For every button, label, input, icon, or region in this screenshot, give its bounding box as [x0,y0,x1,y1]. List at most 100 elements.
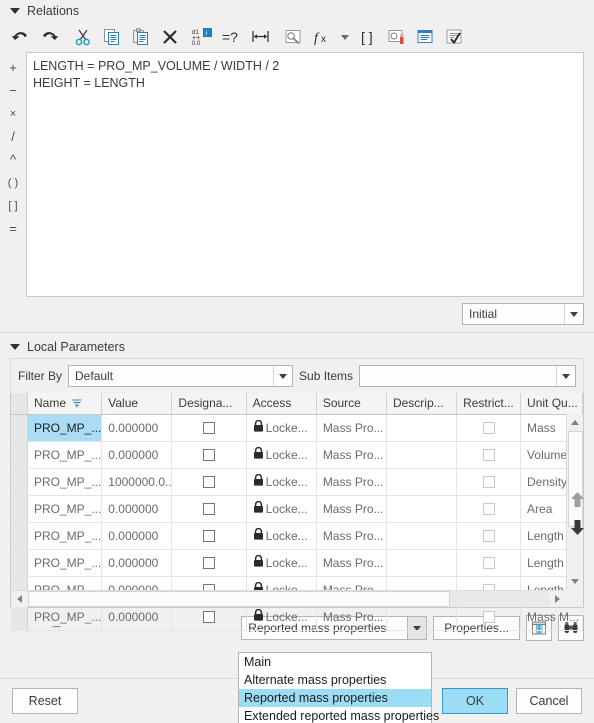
cell-designated[interactable] [171,549,247,577]
copy-icon[interactable] [97,23,126,51]
operator-minus[interactable]: − [2,79,24,102]
chevron-down-icon[interactable] [564,304,583,324]
cell-designated[interactable] [171,495,247,523]
designated-checkbox[interactable] [203,611,216,624]
local-parameters-group-header[interactable]: Local Parameters [0,336,594,358]
filter-icon[interactable] [72,397,82,411]
column-header-description[interactable]: Descrip... [386,393,458,415]
cell-designated[interactable] [171,603,247,631]
cancel-button[interactable]: Cancel [516,688,582,714]
cut-icon[interactable] [68,23,97,51]
cell-designated[interactable] [171,414,247,442]
cell-name[interactable]: PRO_MP_... [27,603,103,631]
redo-icon[interactable] [35,23,64,51]
row-gutter[interactable] [11,549,28,577]
column-header-name[interactable]: Name [27,393,103,415]
table-row[interactable]: PRO_MP_... 0.000000 Locke... Mass Pro... Mas… [11,414,583,442]
row-gutter[interactable] [11,468,28,496]
cell-description[interactable] [386,603,458,631]
table-horizontal-scrollbar[interactable] [11,590,566,607]
cell-source[interactable]: Mass Pro... [316,468,387,496]
paste-icon[interactable] [126,23,155,51]
dimension-icon[interactable] [246,23,275,51]
cell-restricted[interactable] [456,603,522,631]
cell-source[interactable]: Mass Pro... [316,522,387,550]
column-header-designated[interactable]: Designa... [171,393,247,415]
table-row[interactable]: PRO_MP_...0.000000Locke...Mass Pro...Len… [11,549,583,577]
operator-divide[interactable]: / [2,125,24,148]
scroll-right-button[interactable] [549,591,566,607]
cell-restricted[interactable] [456,414,522,442]
cell-access[interactable]: Locke... [246,414,317,442]
cell-name[interactable]: PRO_MP_... [27,468,103,496]
cell-source[interactable]: Mass Pro... [316,441,387,469]
relations-group-header[interactable]: Relations [0,0,594,22]
cell-value[interactable]: 0.000000 [101,441,173,469]
horizontal-scroll-track[interactable] [28,591,549,607]
cell-name[interactable]: PRO_MP_... [27,441,103,469]
cell-value[interactable]: 0.000000 [101,414,173,442]
operator-multiply[interactable]: × [2,102,24,125]
cell-value[interactable]: 1000000.0... [101,468,173,496]
verify-relations-icon[interactable]: =? [217,23,246,51]
cell-description[interactable] [386,441,458,469]
reset-button[interactable]: Reset [12,688,78,714]
ok-button[interactable]: OK [442,688,508,714]
column-header-restricted[interactable]: Restrict... [456,393,522,415]
designated-checkbox[interactable] [203,557,216,570]
mass-properties-dropdown-list[interactable]: Main Alternate mass properties Reported … [238,652,439,723]
designated-checkbox[interactable] [203,449,216,462]
row-gutter[interactable] [11,603,28,631]
cell-restricted[interactable] [456,468,522,496]
restricted-checkbox[interactable] [482,449,495,462]
cell-value[interactable]: 0.000000 [101,495,173,523]
cell-value[interactable]: 0.000000 [101,549,173,577]
cell-designated[interactable] [171,468,247,496]
notebook-icon[interactable] [411,23,440,51]
cell-designated[interactable] [171,522,247,550]
sort-parameters-icon[interactable]: d1 ++ 0.0 i [188,23,217,51]
cell-name[interactable]: PRO_MP_... [27,414,103,442]
restricted-checkbox[interactable] [482,422,495,435]
row-gutter[interactable] [11,522,28,550]
cell-restricted[interactable] [456,441,522,469]
cell-value[interactable]: 0.000000 [101,603,173,631]
chevron-down-icon[interactable] [10,8,20,14]
scroll-up-button[interactable] [567,414,583,431]
function-icon[interactable]: fx [308,23,337,51]
relations-text-editor[interactable]: LENGTH = PRO_MP_VOLUME / WIDTH / 2 HEIGH… [26,52,584,297]
dropdown-option-extended[interactable]: Extended reported mass properties [239,707,439,723]
delete-icon[interactable] [155,23,184,51]
checklist-icon[interactable] [440,23,469,51]
cell-name[interactable]: PRO_MP_... [27,495,103,523]
restricted-checkbox[interactable] [482,557,495,570]
insert-from-model-icon[interactable] [279,23,308,51]
restricted-checkbox[interactable] [482,503,495,516]
row-gutter[interactable] [11,414,28,442]
table-row[interactable]: PRO_MP_... 0.000000 Locke... Mass Pro... Are… [11,495,583,523]
column-header-value[interactable]: Value [101,393,173,415]
designated-checkbox[interactable] [203,530,216,543]
move-up-arrow[interactable] [566,485,588,513]
cell-source[interactable]: Mass Pro... [316,495,387,523]
cell-access[interactable]: Locke... [246,468,317,496]
cell-access[interactable]: Locke... [246,549,317,577]
chevron-down-icon[interactable] [10,344,20,350]
table-row[interactable]: PRO_MP_... 0.000000 Locke... Mass Pro... Mas… [11,603,583,631]
cell-source[interactable]: Mass Pro... [316,603,387,631]
operator-plus[interactable]: + [2,56,24,79]
restricted-checkbox[interactable] [482,611,495,624]
dropdown-option-alternate[interactable]: Alternate mass properties [239,671,431,689]
scroll-left-button[interactable] [11,591,28,607]
horizontal-scroll-thumb[interactable] [28,591,450,607]
cell-name[interactable]: PRO_MP_... [27,522,103,550]
relation-state-combo[interactable]: Initial [462,303,584,325]
sub-items-combo[interactable] [359,365,576,387]
cell-access[interactable]: Locke... [246,495,317,523]
cell-access[interactable]: Locke... [246,603,317,631]
function-dropdown-icon[interactable] [337,23,353,51]
row-gutter[interactable] [11,495,28,523]
restricted-checkbox[interactable] [482,476,495,489]
cell-description[interactable] [386,414,458,442]
cell-restricted[interactable] [456,522,522,550]
